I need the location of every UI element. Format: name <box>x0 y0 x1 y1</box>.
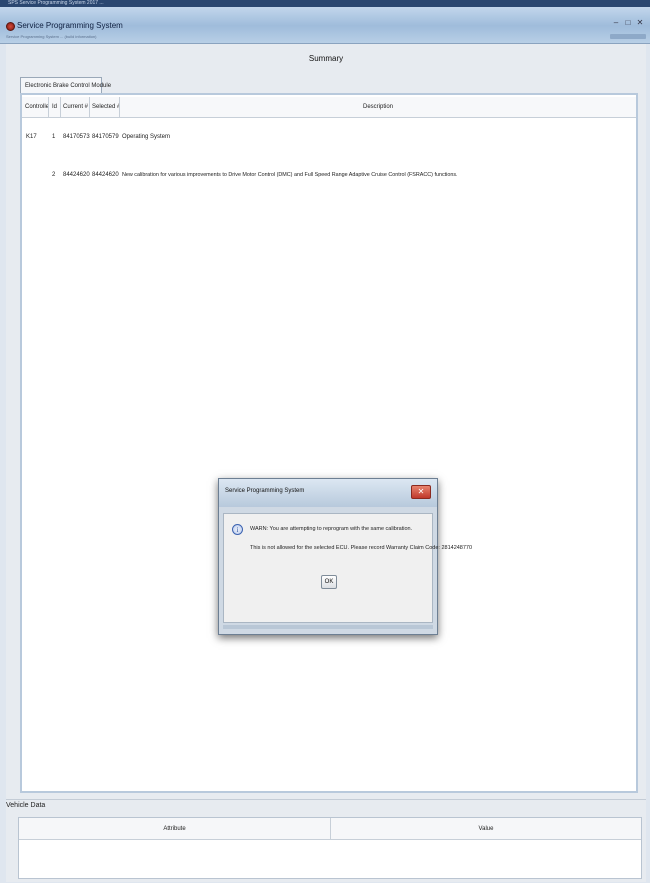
window-controls: – □ ✕ <box>612 18 644 28</box>
column-header-current[interactable]: Current # <box>61 97 90 118</box>
summary-table: Controller Id Current # Selected # Descr… <box>20 93 638 793</box>
tab-electronic-brake-control-module[interactable]: Electronic Brake Control Module <box>20 77 111 93</box>
close-window-button[interactable]: ✕ <box>636 18 644 28</box>
dialog-title-bar[interactable]: Service Programming System ✕ <box>219 479 437 507</box>
application-window: SPS Service Programming System 2017 ... … <box>0 0 650 883</box>
cell-controller: K17 <box>26 134 37 140</box>
window-title: Service Programming System <box>17 21 123 30</box>
top-strip-text: SPS Service Programming System 2017 ... <box>8 0 104 6</box>
app-icon <box>6 22 15 31</box>
cell-description: Operating System <box>122 134 171 140</box>
maximize-button[interactable]: □ <box>624 18 632 28</box>
top-strip: SPS Service Programming System 2017 ... <box>0 0 650 7</box>
cell-current: 84424620 <box>63 172 90 178</box>
table-row[interactable]: K17 1 84170573 84170579 Operating System <box>22 130 636 144</box>
vehicle-table-header: Attribute Value <box>19 818 641 840</box>
dialog-message-line-2: This is not allowed for the selected ECU… <box>250 545 473 551</box>
title-bar[interactable]: SPS Service Programming System 2017 ... … <box>0 0 650 44</box>
window-subtitle: Service Programming System ... (build in… <box>6 34 97 39</box>
cell-selected: 84424620 <box>92 172 119 178</box>
ok-button[interactable]: OK <box>321 575 337 589</box>
table-header: Controller Id Current # Selected # Descr… <box>22 97 636 118</box>
section-title-vehicle-data: Vehicle Data <box>6 802 46 809</box>
cell-current: 84170573 <box>63 134 90 140</box>
divider <box>6 799 646 800</box>
column-header-attribute[interactable]: Attribute <box>19 818 331 840</box>
column-header-description[interactable]: Description <box>120 97 636 118</box>
close-icon[interactable]: ✕ <box>411 485 431 499</box>
page-title: Summary <box>308 54 344 63</box>
cell-selected: 84170579 <box>92 134 119 140</box>
cell-id: 1 <box>52 134 56 140</box>
column-header-id[interactable]: Id <box>49 97 61 118</box>
dialog-body: i WARN: You are attempting to reprogram … <box>223 513 472 623</box>
cell-id: 2 <box>52 172 56 178</box>
column-header-value[interactable]: Value <box>331 818 641 840</box>
dialog-footer <box>223 625 433 629</box>
table-row[interactable]: 2 84424620 84424620 New calibration for … <box>22 168 636 182</box>
dialog-title: Service Programming System <box>225 488 305 494</box>
minimize-button[interactable]: – <box>612 18 620 28</box>
column-header-controller[interactable]: Controller <box>22 97 49 118</box>
vehicle-data-table: Attribute Value <box>18 817 642 879</box>
column-header-selected[interactable]: Selected # <box>90 97 120 118</box>
cell-description: New calibration for various improvements… <box>122 172 458 178</box>
dialog-message-line-1: WARN: You are attempting to reprogram wi… <box>250 526 413 532</box>
info-icon: i <box>232 524 243 535</box>
main-content: Summary Electronic Brake Control Module … <box>6 44 646 882</box>
window-tray <box>610 34 646 39</box>
warning-dialog: Service Programming System ✕ i WARN: You… <box>218 478 472 635</box>
